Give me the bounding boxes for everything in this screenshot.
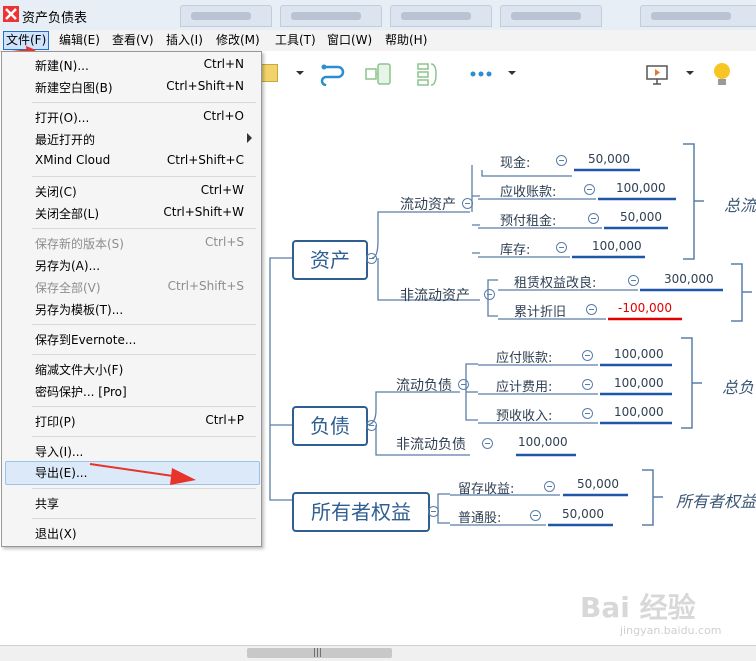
collapse-icon[interactable] bbox=[584, 184, 595, 195]
menu-separator bbox=[32, 324, 256, 325]
item-label[interactable]: 累计折旧 bbox=[514, 301, 566, 320]
item-label[interactable]: 普通股: bbox=[458, 507, 501, 526]
menu-item-close[interactable]: 关闭(C) Ctrl+W bbox=[5, 180, 258, 202]
item-value-negative[interactable]: -100,000 bbox=[618, 301, 672, 315]
item-value[interactable]: 100,000 bbox=[614, 347, 664, 361]
menu-separator bbox=[32, 102, 256, 103]
topic-assets[interactable]: 资产 bbox=[292, 240, 368, 280]
menu-item-save-all: 保存全部(V) Ctrl+Shift+S bbox=[35, 279, 244, 295]
item-label[interactable]: 应计费用: bbox=[496, 376, 552, 395]
collapse-icon[interactable] bbox=[582, 350, 593, 361]
collapse-icon[interactable] bbox=[428, 506, 439, 517]
menu-separator bbox=[32, 518, 256, 519]
item-label[interactable]: 应付账款: bbox=[496, 347, 552, 366]
topic-equity[interactable]: 所有者权益 bbox=[292, 492, 430, 532]
item-label[interactable]: 现金: bbox=[500, 152, 530, 171]
collapse-icon[interactable] bbox=[556, 242, 567, 253]
collapse-icon[interactable] bbox=[582, 379, 593, 390]
menu-item-new-blank[interactable]: 新建空白图(B) Ctrl+Shift+N bbox=[5, 76, 258, 98]
collapse-icon[interactable] bbox=[530, 510, 541, 521]
menu-item-password[interactable]: 密码保护... [Pro] bbox=[5, 380, 258, 402]
item-value[interactable]: 100,000 bbox=[614, 405, 664, 419]
item-label[interactable]: 应收账款: bbox=[500, 181, 556, 200]
item-value[interactable]: 50,000 bbox=[588, 152, 630, 166]
collapse-icon[interactable] bbox=[628, 275, 639, 286]
menu-item-save-as-template[interactable]: 另存为模板(T)... bbox=[5, 298, 258, 320]
collapse-icon[interactable] bbox=[484, 289, 495, 300]
menu-item-exit[interactable]: 退出(X) bbox=[5, 522, 258, 544]
collapse-icon[interactable] bbox=[544, 481, 555, 492]
menu-item-recent[interactable]: 最近打开的 bbox=[5, 128, 258, 150]
menu-item-new[interactable]: 新建(N)... Ctrl+N bbox=[5, 54, 258, 76]
topic-noncurrent-assets[interactable]: 非流动资产 bbox=[400, 285, 470, 305]
item-label[interactable]: 留存收益: bbox=[458, 478, 514, 497]
grip-icon: ||| bbox=[313, 648, 323, 658]
summary-equity[interactable]: 所有者权益 bbox=[676, 488, 756, 512]
topic-liabilities[interactable]: 负债 bbox=[292, 406, 368, 446]
topic-noncurrent-liabilities[interactable]: 非流动负债 bbox=[396, 434, 466, 454]
menu-item-import[interactable]: 导入(I)... bbox=[5, 440, 258, 462]
item-label[interactable]: 预收收入: bbox=[496, 405, 552, 424]
collapse-icon[interactable] bbox=[586, 304, 597, 315]
menu-item-open[interactable]: 打开(O)... Ctrl+O bbox=[5, 106, 258, 128]
item-value[interactable]: 100,000 bbox=[518, 435, 568, 449]
collapse-icon[interactable] bbox=[366, 420, 377, 431]
watermark-url: jingyan.baidu.com bbox=[620, 624, 722, 637]
item-label[interactable]: 预付租金: bbox=[500, 210, 556, 229]
item-value[interactable]: 300,000 bbox=[664, 272, 714, 286]
watermark: Bai 经验 bbox=[580, 591, 696, 624]
item-label[interactable]: 库存: bbox=[500, 239, 530, 258]
summary-current-liabilities[interactable]: 总负 bbox=[722, 374, 754, 398]
collapse-icon[interactable] bbox=[582, 408, 593, 419]
menu-item-print[interactable]: 打印(P) Ctrl+P bbox=[5, 410, 258, 432]
item-value[interactable]: 50,000 bbox=[577, 477, 619, 491]
item-value[interactable]: 100,000 bbox=[616, 181, 666, 195]
collapse-icon[interactable] bbox=[556, 155, 567, 166]
submenu-arrow-icon bbox=[247, 133, 252, 143]
item-value[interactable]: 50,000 bbox=[562, 507, 604, 521]
topic-current-liabilities[interactable]: 流动负债 bbox=[396, 375, 452, 395]
menu-separator bbox=[32, 176, 256, 177]
topic-current-assets[interactable]: 流动资产 bbox=[400, 194, 456, 214]
collapse-icon[interactable] bbox=[458, 379, 469, 390]
summary-current-assets[interactable]: 总流 bbox=[724, 192, 756, 216]
collapse-icon[interactable] bbox=[462, 198, 473, 209]
menu-separator bbox=[32, 436, 256, 437]
menu-separator bbox=[32, 354, 256, 355]
menu-item-save-evernote[interactable]: 保存到Evernote... bbox=[5, 328, 258, 350]
menu-item-xmind-cloud[interactable]: XMind Cloud Ctrl+Shift+C bbox=[5, 150, 258, 172]
menu-separator bbox=[32, 488, 256, 489]
menu-item-reduce-size[interactable]: 缩减文件大小(F) bbox=[5, 358, 258, 380]
item-label[interactable]: 租赁权益改良: bbox=[514, 272, 596, 291]
annotation-arrow bbox=[89, 463, 196, 485]
menu-item-save-as[interactable]: 另存为(A)... bbox=[5, 254, 258, 276]
menu-item-share[interactable]: 共享 bbox=[5, 492, 258, 514]
item-value[interactable]: 100,000 bbox=[614, 376, 664, 390]
menu-separator bbox=[32, 406, 256, 407]
collapse-icon[interactable] bbox=[588, 213, 599, 224]
item-value[interactable]: 100,000 bbox=[592, 239, 642, 253]
collapse-icon[interactable] bbox=[482, 438, 493, 449]
item-value[interactable]: 50,000 bbox=[620, 210, 662, 224]
menu-item-close-all[interactable]: 关闭全部(L) Ctrl+Shift+W bbox=[5, 202, 258, 224]
collapse-icon[interactable] bbox=[366, 253, 377, 264]
menu-separator bbox=[32, 228, 256, 229]
menu-item-save-version: 保存新的版本(S) Ctrl+S bbox=[35, 235, 244, 251]
